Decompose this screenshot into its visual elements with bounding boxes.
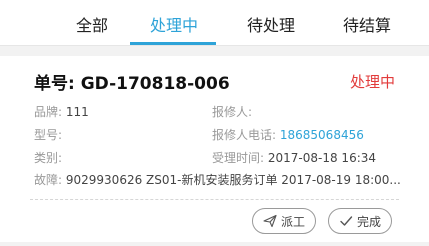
fault-row: 故障: 9029930626 ZS01-新机安装服务订单 2017-08-19 … — [34, 171, 401, 188]
section-gap — [0, 46, 429, 56]
brand-row: 品牌: 111 — [34, 103, 89, 120]
model-row: 型号: — [34, 126, 62, 143]
complete-button[interactable]: 完成 — [328, 208, 392, 234]
send-icon — [263, 214, 277, 228]
accept-time-row: 受理时间: 2017-08-18 16:34 — [212, 149, 376, 166]
check-icon — [339, 214, 353, 228]
fault-value: 9029930626 ZS01-新机安装服务订单 2017-08-19 18:0… — [65, 173, 401, 187]
brand-value: 111 — [65, 105, 89, 119]
tab-settlement[interactable]: 待结算 — [343, 12, 391, 36]
tab-pending[interactable]: 待处理 — [247, 12, 295, 36]
category-label: 类别: — [34, 151, 63, 165]
accept-time-label: 受理时间: — [212, 151, 265, 165]
category-row: 类别: — [34, 149, 62, 166]
reporter-label: 报修人: — [212, 105, 253, 119]
fault-label: 故障: — [34, 173, 63, 187]
order-number: 单号: GD-170818-006 — [34, 74, 230, 94]
reporter-row: 报修人: — [212, 103, 252, 120]
phone-row: 报修人电话: 18685068456 — [212, 126, 364, 143]
dispatch-button[interactable]: 派工 — [252, 208, 316, 234]
tab-all[interactable]: 全部 — [76, 12, 108, 36]
tab-bar: 全部 处理中 待处理 待结算 — [0, 0, 429, 45]
phone-link[interactable]: 18685068456 — [280, 128, 364, 142]
phone-label: 报修人电话: — [212, 128, 277, 142]
complete-label: 完成 — [356, 214, 381, 229]
status-badge: 处理中 — [349, 73, 395, 91]
divider — [30, 199, 399, 200]
model-label: 型号: — [34, 128, 63, 142]
bottom-divider — [0, 242, 429, 246]
accept-time-value: 2017-08-18 16:34 — [267, 151, 377, 165]
work-order-card[interactable]: 单号: GD-170818-006 处理中 品牌: 111 型号: 类别: 故障… — [0, 56, 429, 246]
brand-label: 品牌: — [34, 105, 63, 119]
tab-processing[interactable]: 处理中 — [150, 12, 198, 36]
dispatch-label: 派工 — [280, 214, 305, 229]
